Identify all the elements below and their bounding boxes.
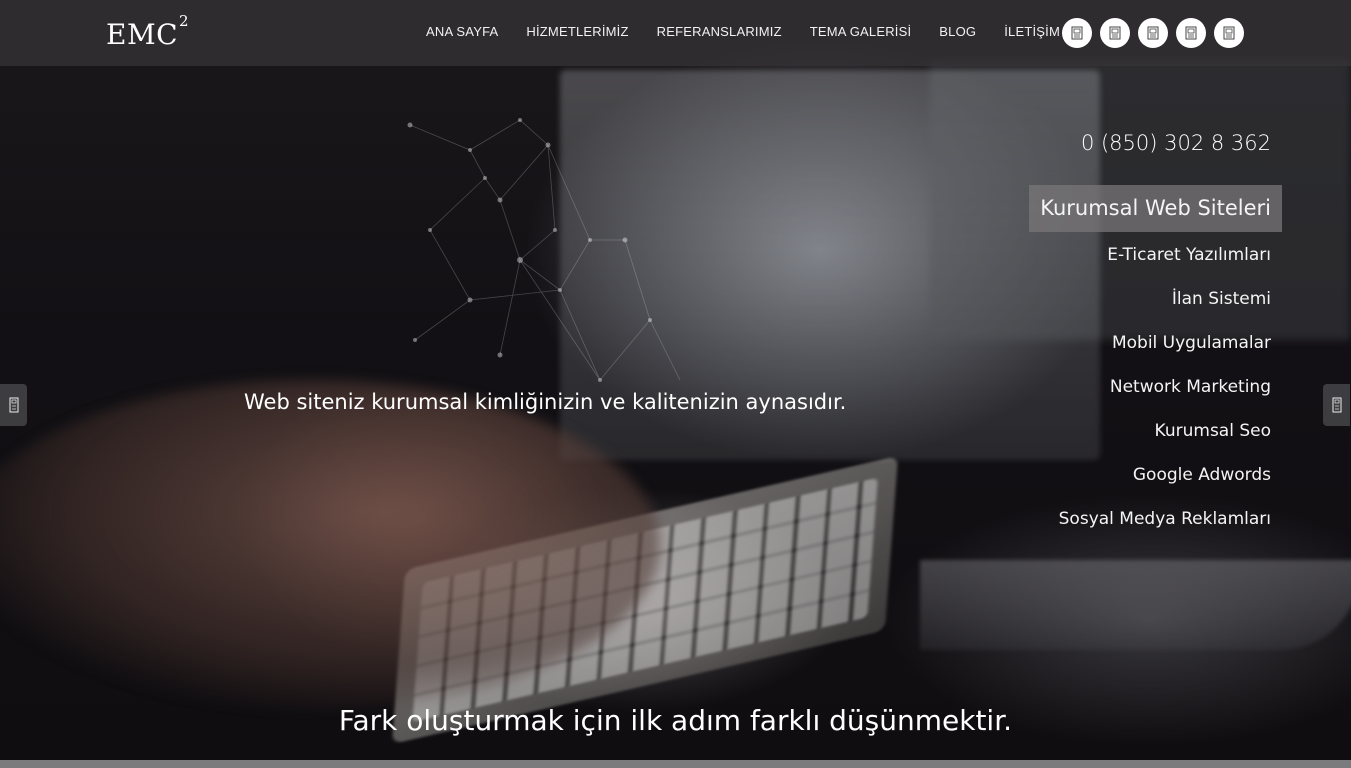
next-arrow-icon	[1332, 397, 1341, 413]
social-icon-2[interactable]	[1100, 18, 1130, 48]
hero-motto: Fark oluşturmak için ilk adım farklı düş…	[338, 704, 1013, 737]
nav-blog[interactable]: BLOG	[939, 24, 976, 39]
social-icon-4[interactable]	[1176, 18, 1206, 48]
hero-tagline: Web siteniz kurumsal kimliğinizin ve kal…	[244, 390, 847, 414]
prev-arrow-icon	[9, 397, 18, 413]
service-sosyal-medya[interactable]: Sosyal Medya Reklamları	[1029, 497, 1282, 541]
top-navigation-bar: EMC2 ANA SAYFA HİZMETLERİMİZ REFERANSLAR…	[0, 0, 1351, 66]
site-logo[interactable]: EMC2	[106, 12, 189, 51]
service-kurumsal-web-siteleri[interactable]: Kurumsal Web Siteleri	[1029, 185, 1282, 232]
social-links	[1062, 18, 1244, 48]
service-mobil-uygulamalar[interactable]: Mobil Uygulamalar	[1029, 321, 1282, 365]
service-google-adwords[interactable]: Google Adwords	[1029, 453, 1282, 497]
service-network-marketing[interactable]: Network Marketing	[1029, 365, 1282, 409]
bottom-strip	[0, 760, 1351, 768]
nav-referanslarimiz[interactable]: REFERANSLARIMIZ	[657, 24, 782, 39]
nav-hizmetlerimiz[interactable]: HİZMETLERİMİZ	[526, 24, 628, 39]
logo-superscript: 2	[179, 11, 190, 30]
service-ilan-sistemi[interactable]: İlan Sistemi	[1029, 277, 1282, 321]
nav-tema-galerisi[interactable]: TEMA GALERİSİ	[810, 24, 912, 39]
slider-next-button[interactable]	[1323, 384, 1350, 426]
phone-number[interactable]: 0 (850) 302 8 362	[1081, 131, 1271, 155]
logo-text: EMC	[106, 18, 179, 51]
slider-prev-button[interactable]	[0, 384, 27, 426]
services-menu: Kurumsal Web Siteleri E-Ticaret Yazılıml…	[1029, 185, 1282, 541]
main-nav: ANA SAYFA HİZMETLERİMİZ REFERANSLARIMIZ …	[412, 24, 1074, 39]
service-e-ticaret[interactable]: E-Ticaret Yazılımları	[1029, 233, 1282, 277]
social-icon-3[interactable]	[1138, 18, 1168, 48]
social-icon-1[interactable]	[1062, 18, 1092, 48]
nav-iletisim[interactable]: İLETİŞİM	[1004, 24, 1060, 39]
nav-ana-sayfa[interactable]: ANA SAYFA	[426, 24, 498, 39]
social-icon-5[interactable]	[1214, 18, 1244, 48]
service-kurumsal-seo[interactable]: Kurumsal Seo	[1029, 409, 1282, 453]
